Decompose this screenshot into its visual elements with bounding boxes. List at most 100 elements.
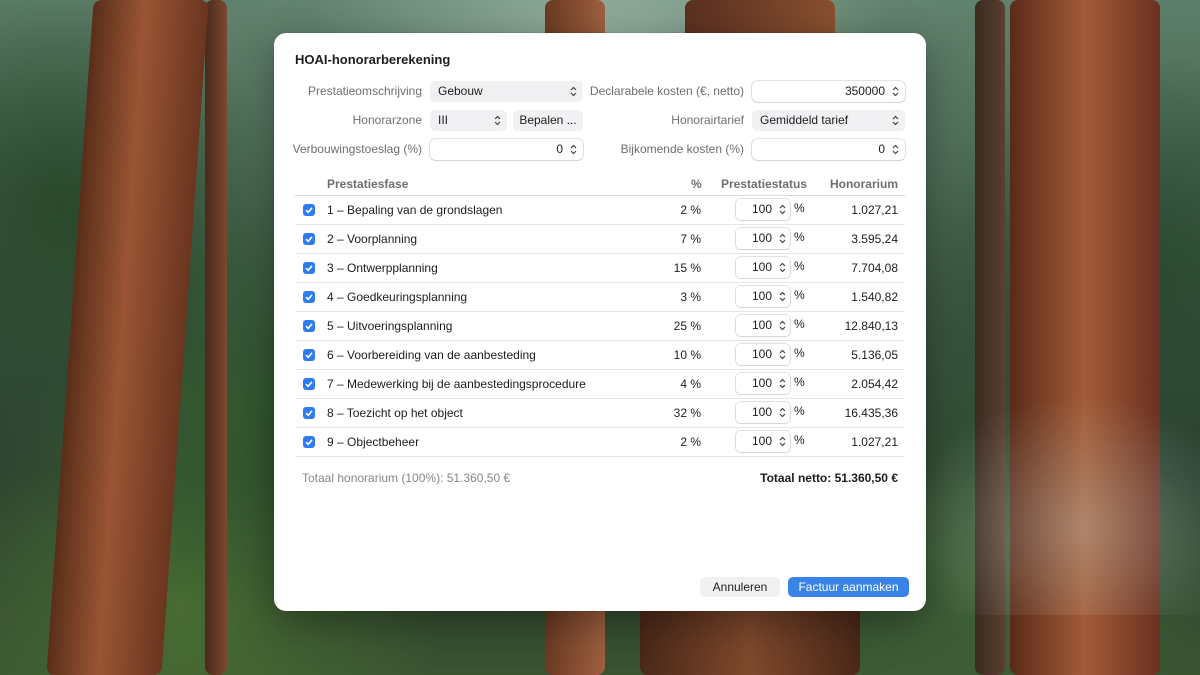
phase-name: 9 – Objectbeheer (327, 435, 420, 449)
surcharge-value: 0 (556, 142, 563, 156)
checkmark-icon (305, 410, 313, 417)
status-unit: % (794, 288, 805, 302)
stepper-icon[interactable] (779, 228, 786, 244)
status-stepper[interactable]: 100 (736, 402, 790, 423)
phase-checkbox[interactable] (303, 378, 315, 390)
costs-label: Declarabele kosten (€, netto) (589, 84, 744, 98)
cancel-button[interactable]: Annuleren (700, 577, 780, 597)
phase-fee: 12.840,13 (844, 319, 898, 333)
phase-fee: 3.595,24 (851, 232, 898, 246)
stepper-icon[interactable] (779, 286, 786, 302)
zone-label: Honorarzone (352, 113, 422, 127)
status-stepper[interactable]: 100 (736, 199, 790, 220)
status-value: 100 (751, 347, 772, 361)
status-stepper[interactable]: 100 (736, 344, 790, 365)
header-phase[interactable]: Prestatiesfase (327, 177, 408, 191)
extra-costs-label: Bijkomende kosten (%) (620, 142, 744, 156)
service-popup[interactable]: Gebouw (430, 81, 583, 102)
extra-costs-field[interactable]: 0 (752, 139, 905, 160)
header-status[interactable]: Prestatiestatus (721, 177, 807, 191)
dialog-title: HOAI-honorarberekening (295, 52, 451, 67)
phase-checkbox[interactable] (303, 349, 315, 361)
phase-name: 2 – Voorplanning (327, 232, 418, 246)
determine-zone-button[interactable]: Bepalen ... (513, 110, 583, 131)
status-value: 100 (751, 202, 772, 216)
stepper-icon[interactable] (779, 373, 786, 389)
phase-checkbox[interactable] (303, 291, 315, 303)
header-fee[interactable]: Honorarium (830, 177, 898, 191)
status-unit: % (794, 230, 805, 244)
status-value: 100 (751, 318, 772, 332)
phase-percent: 15 % (673, 261, 701, 275)
phase-name: 7 – Medewerking bij de aanbestedingsproc… (327, 377, 586, 391)
stepper-icon[interactable] (892, 139, 899, 155)
phase-checkbox[interactable] (303, 262, 315, 274)
header-percent[interactable]: % (691, 177, 702, 191)
surcharge-label: Verbouwingstoeslag (%) (292, 142, 422, 156)
status-stepper[interactable]: 100 (736, 315, 790, 336)
status-stepper[interactable]: 100 (736, 286, 790, 307)
phase-fee: 16.435,36 (844, 406, 898, 420)
phase-fee: 1.540,82 (851, 290, 898, 304)
phase-name: 5 – Uitvoeringsplanning (327, 319, 453, 333)
stepper-icon[interactable] (779, 257, 786, 273)
status-stepper[interactable]: 100 (736, 431, 790, 452)
phase-percent: 7 % (680, 232, 701, 246)
phase-percent: 2 % (680, 435, 701, 449)
create-invoice-button[interactable]: Factuur aanmaken (788, 577, 909, 597)
stepper-icon[interactable] (892, 81, 899, 97)
service-label: Prestatieomschrijving (307, 84, 422, 98)
table-row: 5 – Uitvoeringsplanning 25 % 100 % 12.84… (295, 312, 905, 341)
checkmark-icon (305, 265, 313, 272)
phase-checkbox[interactable] (303, 407, 315, 419)
up-down-chevron-icon (892, 110, 899, 126)
status-value: 100 (751, 289, 772, 303)
status-unit: % (794, 404, 805, 418)
phase-checkbox[interactable] (303, 204, 315, 216)
table-row: 4 – Goedkeuringsplanning 3 % 100 % 1.540… (295, 283, 905, 312)
phase-name: 3 – Ontwerpplanning (327, 261, 438, 275)
phase-checkbox[interactable] (303, 233, 315, 245)
phase-percent: 4 % (680, 377, 701, 391)
status-value: 100 (751, 405, 772, 419)
status-stepper[interactable]: 100 (736, 228, 790, 249)
extra-costs-value: 0 (878, 142, 885, 156)
up-down-chevron-icon (494, 110, 501, 126)
rate-value: Gemiddeld tarief (760, 113, 849, 127)
costs-field[interactable]: 350000 (752, 81, 905, 102)
stepper-icon[interactable] (779, 344, 786, 360)
surcharge-field[interactable]: 0 (430, 139, 583, 160)
checkmark-icon (305, 294, 313, 301)
phase-checkbox[interactable] (303, 436, 315, 448)
phase-percent: 3 % (680, 290, 701, 304)
status-unit: % (794, 346, 805, 360)
status-unit: % (794, 201, 805, 215)
service-value: Gebouw (438, 84, 483, 98)
hoai-dialog: HOAI-honorarberekening Prestatieomschrij… (274, 33, 926, 611)
phase-name: 8 – Toezicht op het object (327, 406, 463, 420)
phase-percent: 32 % (673, 406, 701, 420)
table-row: 2 – Voorplanning 7 % 100 % 3.595,24 (295, 225, 905, 254)
phase-checkbox[interactable] (303, 320, 315, 332)
total-net-text: Totaal netto: 51.360,50 € (760, 471, 898, 485)
checkmark-icon (305, 323, 313, 330)
status-value: 100 (751, 231, 772, 245)
zone-value: III (438, 113, 449, 127)
total-fee-text: Totaal honorarium (100%): 51.360,50 € (302, 471, 511, 485)
phase-fee: 1.027,21 (851, 203, 898, 217)
stepper-icon[interactable] (779, 402, 786, 418)
status-value: 100 (751, 376, 772, 390)
status-stepper[interactable]: 100 (736, 257, 790, 278)
zone-popup[interactable]: III (430, 110, 507, 131)
rate-popup[interactable]: Gemiddeld tarief (752, 110, 905, 131)
status-stepper[interactable]: 100 (736, 373, 790, 394)
stepper-icon[interactable] (779, 199, 786, 215)
phase-name: 1 – Bepaling van de grondslagen (327, 203, 503, 217)
stepper-icon[interactable] (779, 315, 786, 331)
phase-table: 1 – Bepaling van de grondslagen 2 % 100 … (295, 196, 905, 457)
table-row: 8 – Toezicht op het object 32 % 100 % 16… (295, 399, 905, 428)
table-row: 1 – Bepaling van de grondslagen 2 % 100 … (295, 196, 905, 225)
stepper-icon[interactable] (779, 431, 786, 447)
phase-percent: 2 % (680, 203, 701, 217)
status-unit: % (794, 375, 805, 389)
